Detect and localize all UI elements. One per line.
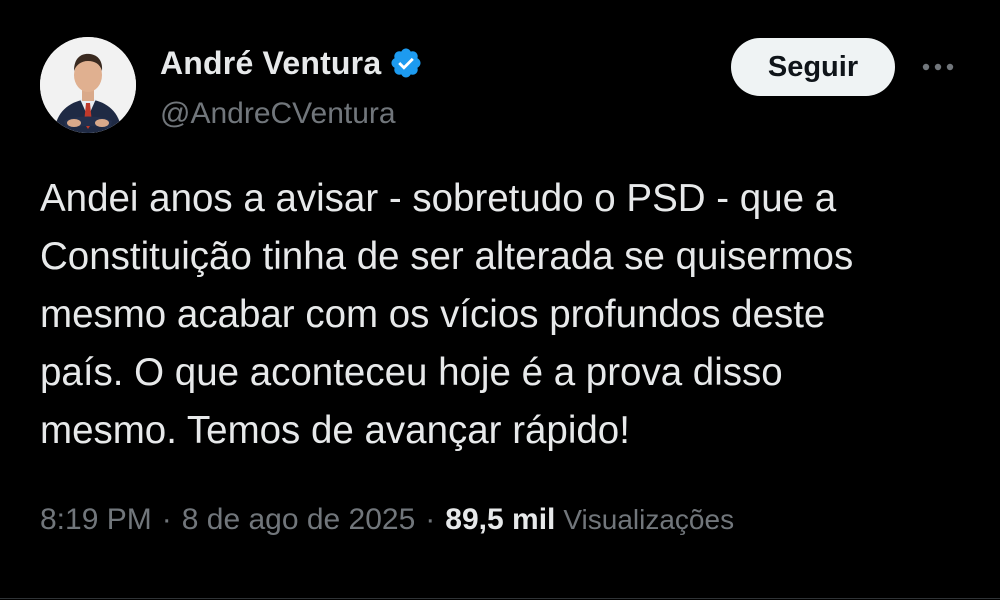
views-count[interactable]: 89,5 mil	[445, 503, 555, 537]
tweet-meta: 8:19 PM · 8 de ago de 2025 · 89,5 mil Vi…	[40, 503, 734, 537]
user-handle[interactable]: @AndreCVentura	[160, 97, 423, 131]
tweet-text: Andei anos a avisar - sobretudo o PSD - …	[40, 177, 854, 452]
meta-separator: ·	[425, 503, 436, 536]
name-row: André Ventura	[160, 43, 423, 83]
avatar[interactable]	[40, 37, 136, 133]
meta-separator: ·	[161, 503, 172, 536]
tweet-time[interactable]: 8:19 PM	[40, 503, 152, 537]
divider	[0, 598, 1000, 599]
tweet: André Ventura @AndreCVentura Seguir Ande…	[0, 0, 1000, 600]
author-block: André Ventura @AndreCVentura	[160, 43, 423, 131]
follow-button[interactable]: Seguir	[731, 38, 895, 96]
verified-badge-icon[interactable]	[389, 46, 423, 80]
views-label: Visualizações	[563, 504, 735, 535]
more-options-icon[interactable]	[916, 50, 960, 84]
display-name[interactable]: André Ventura	[160, 45, 381, 82]
tweet-date[interactable]: 8 de ago de 2025	[182, 503, 416, 537]
avatar-image	[40, 37, 136, 133]
